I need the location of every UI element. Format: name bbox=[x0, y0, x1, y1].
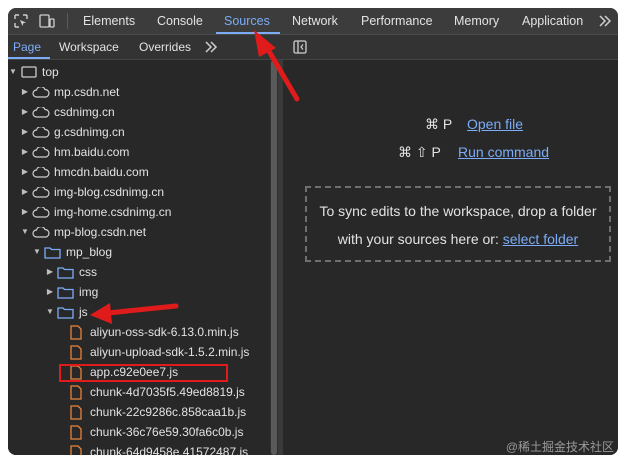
annotation-overlay bbox=[90, 30, 300, 324]
annotation-arrow-sources bbox=[254, 30, 300, 102]
annotation-arrow-js bbox=[90, 303, 179, 324]
watermark: @稀土掘金技术社区 bbox=[505, 440, 614, 454]
